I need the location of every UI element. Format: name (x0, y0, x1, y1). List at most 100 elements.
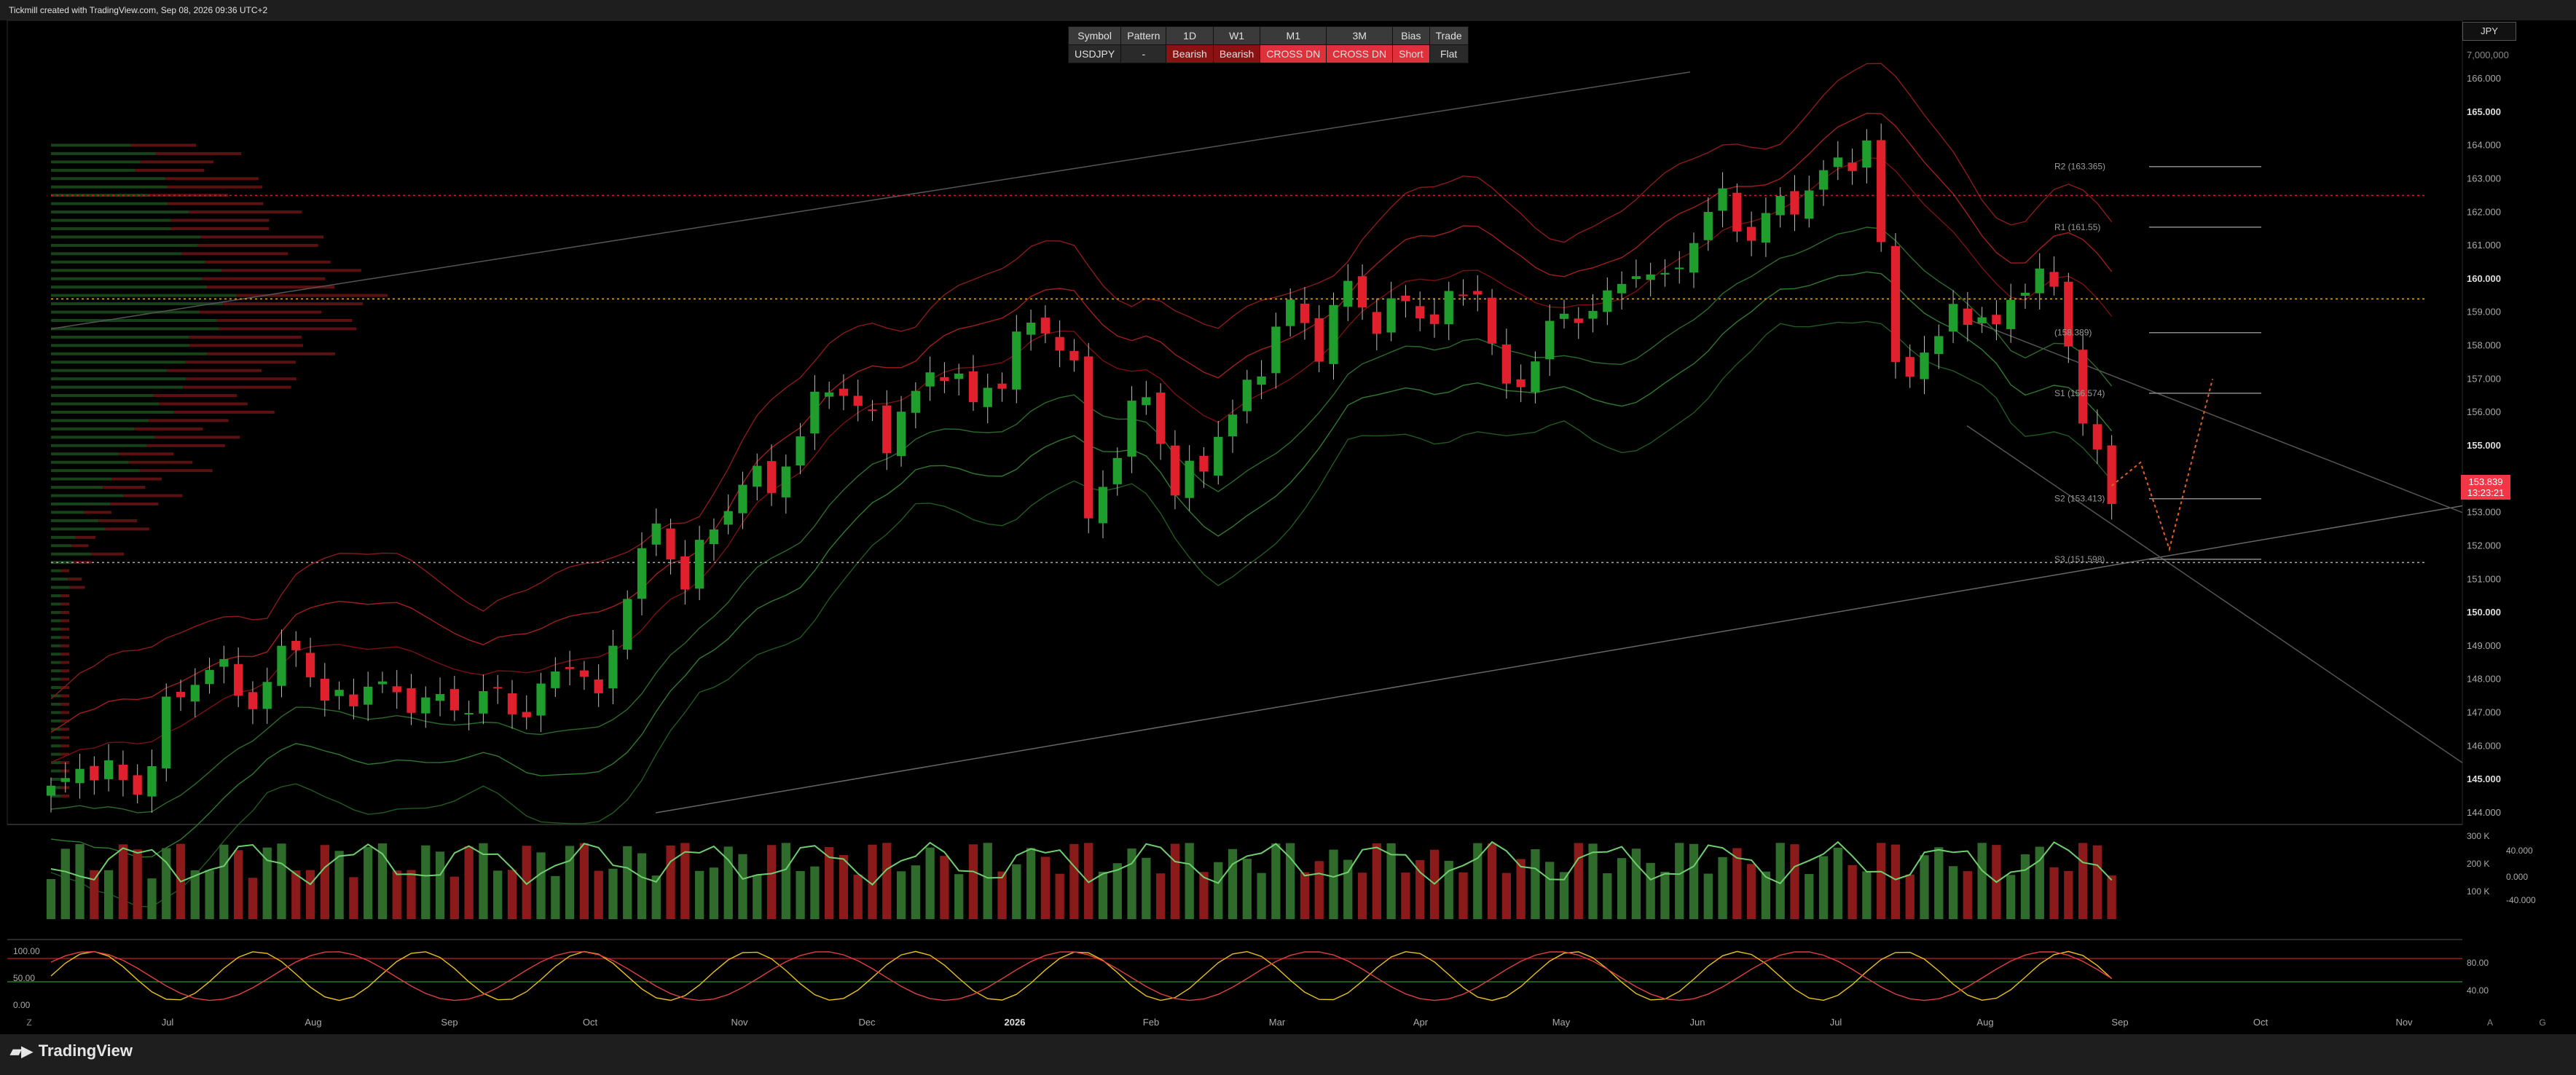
y-axis-tick-label: 144.000 (2467, 807, 2501, 818)
candle-body (118, 764, 128, 780)
x-axis-label: Apr (1413, 1017, 1429, 1028)
y-axis-tick-label: 148.000 (2467, 674, 2501, 685)
x-axis-label: Nov (2395, 1017, 2413, 1028)
table-header-cell: Trade (1429, 26, 1469, 45)
volume-bar (75, 843, 85, 919)
volume-profile-bar (51, 243, 198, 247)
candle-body (1069, 350, 1079, 361)
candle-body (666, 528, 675, 560)
volume-profile-bar (51, 452, 119, 456)
candle-body (1890, 245, 1901, 362)
volume-bar (925, 847, 935, 919)
volume-profile-bar (51, 210, 189, 214)
table-header-cell: 3M (1326, 26, 1394, 45)
candle-body (1112, 457, 1122, 484)
volume-bar (46, 879, 56, 919)
volume-profile-bar (51, 736, 61, 739)
volume-profile-bar (51, 318, 217, 322)
volume-profile-bar (201, 277, 326, 280)
candle-body (392, 686, 401, 693)
tradingview-brand[interactable]: ▰▶ TradingView (10, 1041, 133, 1060)
volume-bar (392, 870, 401, 919)
volume-profile-bar (168, 202, 264, 205)
signal-table-header: Symbol Pattern 1D W1 M1 3M Bias Trade (1067, 26, 1469, 45)
volume-bar (1112, 863, 1122, 919)
volume-bar (133, 849, 142, 919)
candle-body (781, 466, 790, 497)
candle-body (738, 484, 747, 513)
volume-profile-bar (183, 385, 291, 389)
candle-body (262, 682, 272, 709)
volume-profile-bar (60, 794, 69, 798)
candle-body (219, 658, 229, 667)
volume-profile-bar (139, 469, 213, 473)
candle-body (479, 690, 488, 714)
volume-axis-label: 40.000 (2506, 846, 2533, 856)
volume-bar (551, 875, 560, 919)
y-axis-tick-label: 150.000 (2467, 607, 2501, 618)
x-axis-label: Dec (858, 1017, 876, 1028)
volume-profile-bar (51, 644, 61, 647)
candle-body (1300, 303, 1310, 323)
volume-bar (349, 877, 358, 919)
y-axis-tick-label: 159.000 (2467, 307, 2501, 318)
volume-profile-bar (51, 594, 61, 597)
candle-body (1444, 291, 1453, 325)
volume-bar (896, 871, 906, 919)
volume-profile-bar (51, 627, 61, 631)
volume-bar (2006, 875, 2016, 919)
volume-bar (1963, 871, 1972, 919)
candle-body (1877, 140, 1886, 243)
x-axis-label: Aug (1976, 1017, 1993, 1028)
candle-body (608, 645, 618, 689)
candle-body (464, 712, 474, 714)
candle-body (1588, 310, 1598, 319)
volume-bar (1170, 843, 1180, 919)
volume-bar (60, 848, 70, 919)
candle-body (1761, 213, 1771, 243)
volume-bar (1155, 873, 1166, 919)
volume-bar (262, 847, 272, 919)
volume-profile-bar (51, 310, 200, 314)
table-value-cell: USDJPY (1067, 44, 1122, 63)
volume-profile-bar (60, 736, 69, 739)
volume-bar (2049, 867, 2059, 919)
volume-bar (1747, 864, 1756, 919)
candle-body (1559, 313, 1569, 319)
volume-profile-bar (51, 227, 171, 230)
volume-bar (781, 843, 790, 919)
volume-bar (954, 874, 964, 919)
candle-body (753, 465, 762, 487)
volume-oscillator-line (50, 840, 2113, 886)
x-axis-label: Sep (441, 1017, 458, 1028)
volume-profile-bar (197, 243, 318, 247)
oscillator-axis-label: 0.00 (13, 1000, 31, 1010)
volume-profile-bar (51, 177, 165, 181)
volume-profile-bar (186, 377, 297, 381)
candle-body (493, 687, 503, 689)
candle-body (1747, 227, 1756, 241)
candle-body (868, 409, 877, 412)
candle-body (1660, 272, 1670, 275)
chart-canvas[interactable]: R2 (163.365) R1 (161.55) (158.389) S1 (156.… (0, 0, 2576, 1034)
pivot-level-label: R2 (163.365) (2054, 162, 2105, 172)
candle-body (1473, 291, 1483, 295)
volume-profile-bar (221, 269, 361, 272)
candle-body (825, 392, 834, 397)
last-price-value: 153.839 (2468, 476, 2503, 487)
signal-table: Symbol Pattern 1D W1 M1 3M Bias Trade USDJPY - Be… (1067, 26, 1469, 63)
table-header-cell: Pattern (1120, 26, 1167, 45)
candle-body (1545, 320, 1555, 360)
currency-selector[interactable]: JPY (2462, 22, 2516, 41)
volume-profile-bar (69, 586, 85, 589)
pivot-level-label: S3 (151.598) (2054, 554, 2105, 564)
volume-axis-label: 200 K (2467, 859, 2489, 869)
volume-profile-bar (51, 344, 190, 347)
candle-body (882, 405, 892, 454)
volume-bar (1300, 872, 1310, 919)
volume-profile-bar (189, 210, 302, 214)
signal-table-row: USDJPY - Bearish Bearish CROSS DN CROSS DN Sho… (1067, 44, 1469, 63)
volume-bar (248, 878, 258, 919)
candle-body (1242, 379, 1252, 412)
volume-bar (1790, 844, 1799, 919)
